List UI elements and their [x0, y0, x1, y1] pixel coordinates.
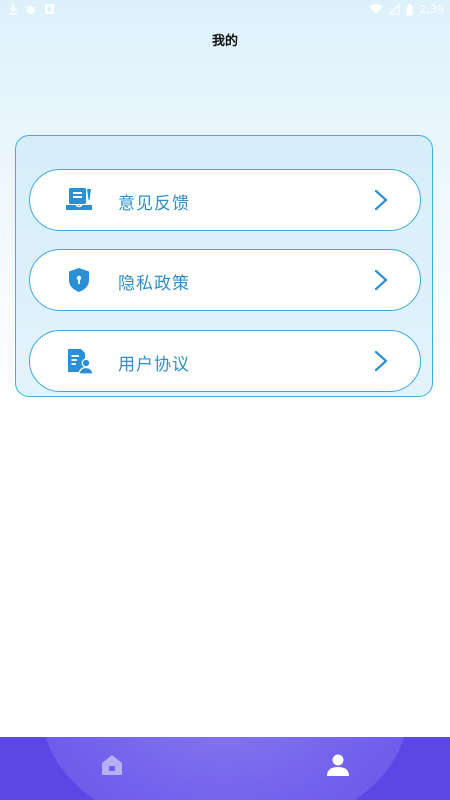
- status-bar: 2:39: [0, 0, 450, 20]
- feedback-menu-item[interactable]: 意见反馈: [29, 169, 421, 231]
- user-agreement-icon: [68, 349, 94, 375]
- feedback-label: 意见反馈: [118, 194, 190, 214]
- user-agreement-menu-item[interactable]: 用户协议: [29, 330, 421, 392]
- bug-icon: [25, 6, 37, 14]
- status-left-icons: [8, 3, 55, 15]
- chevron-right-icon: [374, 269, 388, 291]
- status-right-icons: 2:39: [369, 3, 444, 16]
- privacy-shield-icon: [69, 268, 89, 292]
- user-icon: [327, 754, 349, 776]
- page-title: 我的: [211, 34, 238, 49]
- tab-mine[interactable]: [324, 751, 352, 779]
- bottom-nav: [0, 737, 450, 800]
- feedback-icon: [66, 188, 92, 210]
- battery-icon: [406, 3, 413, 15]
- chevron-right-icon: [374, 189, 388, 211]
- wifi-icon: [369, 4, 383, 14]
- user-agreement-label: 用户协议: [118, 355, 190, 375]
- chevron-right-icon: [374, 350, 388, 372]
- menu-card: 意见反馈 隐私政策 用户协议: [15, 135, 433, 397]
- notification-app-icon: [45, 4, 54, 14]
- home-icon: [102, 755, 122, 775]
- nav-bubble-decoration: [42, 737, 408, 800]
- privacy-policy-label: 隐私政策: [118, 274, 190, 294]
- privacy-policy-menu-item[interactable]: 隐私政策: [29, 249, 421, 311]
- download-icon: [9, 4, 17, 15]
- tab-home[interactable]: [98, 751, 126, 779]
- status-time: 2:39: [419, 3, 444, 16]
- signal-icon: [389, 4, 400, 15]
